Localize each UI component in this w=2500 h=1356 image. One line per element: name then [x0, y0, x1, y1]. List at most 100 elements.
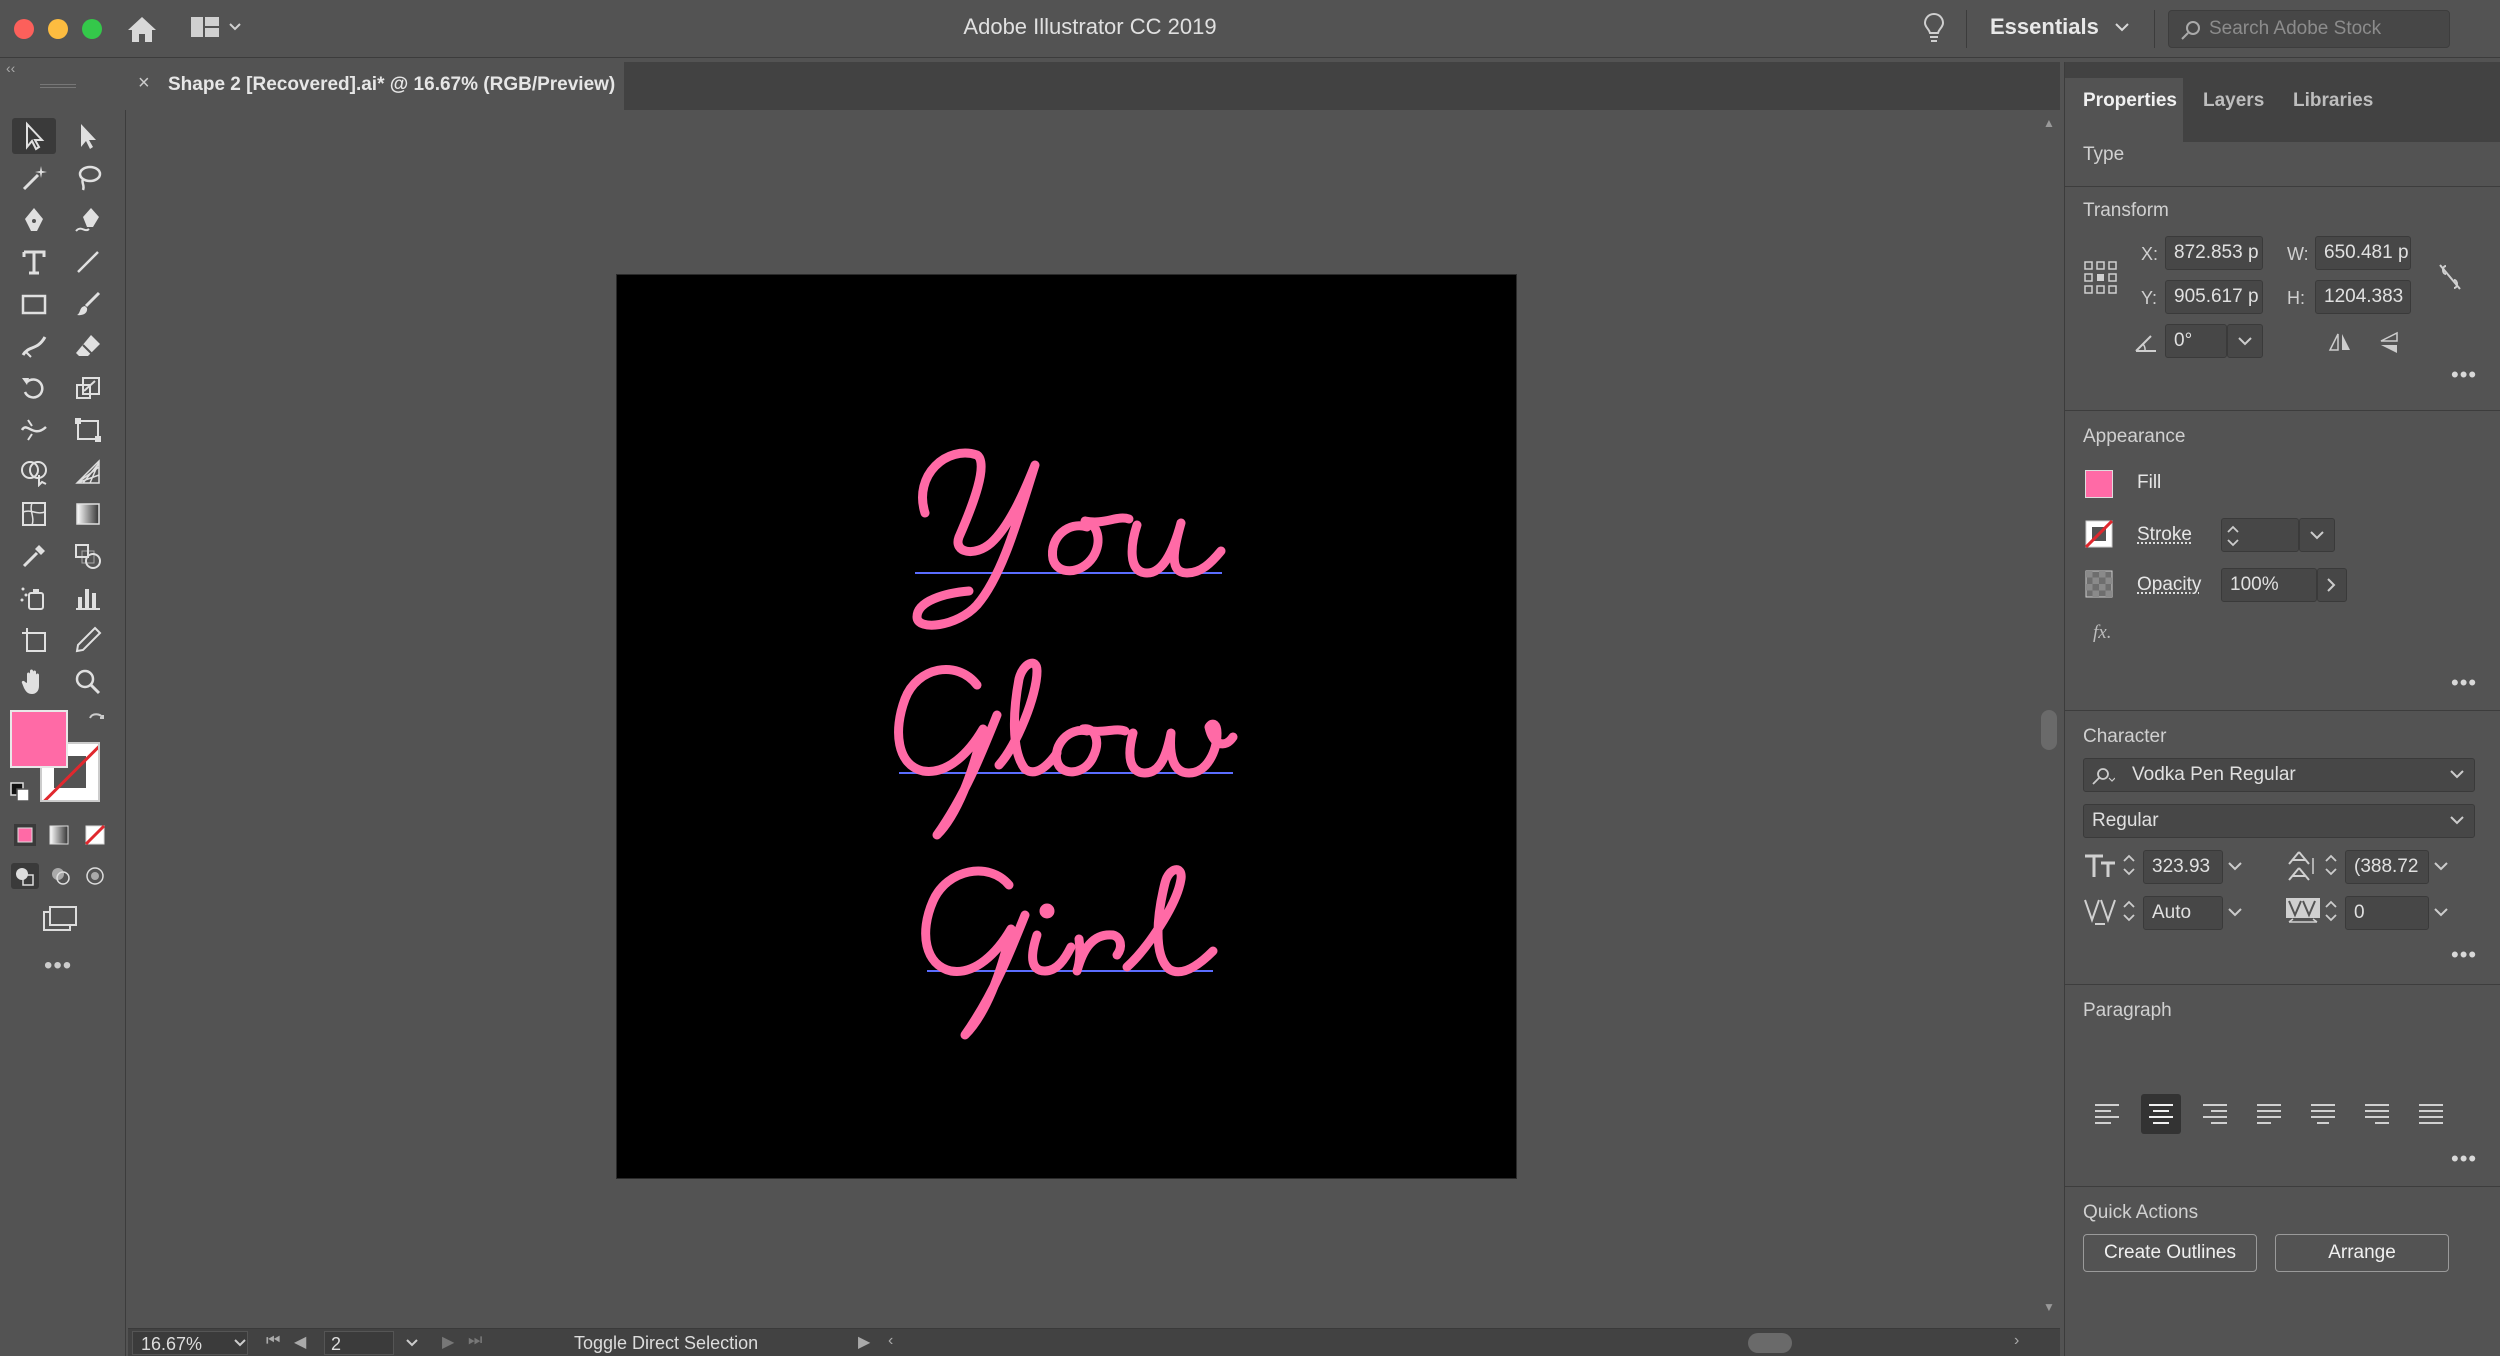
chevron-down-icon[interactable]: [2114, 20, 2130, 34]
chevron-down-icon[interactable]: [2447, 768, 2467, 782]
fill-color-swatch[interactable]: [10, 710, 68, 768]
rotate-angle-field[interactable]: 0°: [2165, 324, 2227, 358]
flip-vertical-icon[interactable]: [2377, 330, 2401, 356]
chevron-down-icon[interactable]: [2431, 860, 2451, 874]
kerning-stepper-icon[interactable]: [2121, 896, 2137, 926]
gradient-tool-icon[interactable]: [66, 496, 110, 532]
justify-all-button[interactable]: [2411, 1094, 2451, 1134]
edit-toolbar-button[interactable]: •••: [44, 952, 72, 980]
status-menu-icon[interactable]: ▶: [858, 1332, 870, 1352]
script-lettering[interactable]: [899, 453, 1233, 1035]
create-outlines-button[interactable]: Create Outlines: [2083, 1234, 2257, 1272]
fill-swatch[interactable]: [2085, 470, 2113, 498]
tracking-stepper-icon[interactable]: [2323, 896, 2339, 926]
search-input[interactable]: [2209, 16, 2445, 42]
leading-stepper-icon[interactable]: [2323, 850, 2339, 880]
stroke-label[interactable]: Stroke: [2137, 524, 2192, 546]
first-artboard-icon[interactable]: ⏮: [266, 1332, 280, 1350]
collapse-toolbar-icon[interactable]: ‹‹: [6, 60, 15, 76]
tab-libraries[interactable]: Libraries: [2293, 90, 2373, 112]
width-tool-icon[interactable]: [12, 412, 56, 448]
justify-left-button[interactable]: [2249, 1094, 2289, 1134]
height-field[interactable]: 1204.383: [2315, 280, 2411, 314]
rotate-tool-icon[interactable]: [12, 370, 56, 406]
scroll-down-icon[interactable]: ▼: [2043, 1300, 2055, 1314]
close-tab-icon[interactable]: ×: [138, 72, 150, 95]
font-style-field[interactable]: Regular: [2083, 804, 2475, 838]
draw-normal-icon[interactable]: [10, 862, 40, 890]
shaper-tool-icon[interactable]: [12, 328, 56, 364]
chevron-down-icon[interactable]: [2225, 860, 2245, 874]
horizontal-scroll-thumb[interactable]: [1748, 1333, 1792, 1353]
document-tab[interactable]: × Shape 2 [Recovered].ai* @ 16.67% (RGB/…: [128, 62, 624, 110]
selection-tool-icon[interactable]: [12, 118, 56, 154]
justify-center-button[interactable]: [2303, 1094, 2343, 1134]
justify-right-button[interactable]: [2357, 1094, 2397, 1134]
tab-layers[interactable]: Layers: [2203, 90, 2264, 112]
hand-tool-icon[interactable]: [12, 664, 56, 700]
magic-wand-tool-icon[interactable]: [12, 160, 56, 196]
scroll-left-icon[interactable]: ‹: [888, 1332, 893, 1350]
slice-tool-icon[interactable]: [66, 622, 110, 658]
symbol-sprayer-tool-icon[interactable]: [12, 580, 56, 616]
width-field[interactable]: 650.481 p: [2315, 236, 2411, 270]
paragraph-more-options-button[interactable]: •••: [2451, 1146, 2477, 1172]
opacity-field[interactable]: 100%: [2221, 568, 2317, 602]
font-family-field[interactable]: Vodka Pen Regular: [2083, 758, 2475, 792]
next-artboard-icon[interactable]: ▶: [442, 1332, 454, 1352]
none-mode-icon[interactable]: [82, 822, 108, 848]
canvas-area[interactable]: [128, 110, 2038, 1328]
chevron-down-icon[interactable]: [2447, 814, 2467, 828]
column-graph-tool-icon[interactable]: [66, 580, 110, 616]
shape-builder-tool-icon[interactable]: [12, 454, 56, 490]
eyedropper-tool-icon[interactable]: [12, 538, 56, 574]
lasso-tool-icon[interactable]: [66, 160, 110, 196]
arrange-button[interactable]: Arrange: [2275, 1234, 2449, 1272]
change-screen-mode-icon[interactable]: [40, 904, 80, 936]
chevron-down-icon[interactable]: [404, 1337, 420, 1349]
leading-field[interactable]: (388.72: [2345, 850, 2429, 884]
font-size-stepper-icon[interactable]: [2121, 850, 2137, 880]
zoom-tool-icon[interactable]: [66, 664, 110, 700]
last-artboard-icon[interactable]: ⏭: [468, 1332, 482, 1350]
kerning-field[interactable]: Auto: [2143, 896, 2223, 930]
stepper-icon[interactable]: [2225, 522, 2241, 550]
line-segment-tool-icon[interactable]: [66, 244, 110, 280]
scroll-right-icon[interactable]: ›: [2014, 1332, 2019, 1350]
font-size-field[interactable]: 323.93: [2143, 850, 2223, 884]
x-position-field[interactable]: 872.853 p: [2165, 236, 2263, 270]
flip-horizontal-icon[interactable]: [2327, 330, 2353, 354]
chevron-down-icon[interactable]: [232, 1337, 248, 1349]
tracking-field[interactable]: 0: [2345, 896, 2429, 930]
workspace-switcher[interactable]: Essentials: [1990, 14, 2099, 40]
align-center-button[interactable]: [2141, 1094, 2181, 1134]
opacity-label[interactable]: Opacity: [2137, 574, 2201, 596]
draw-behind-icon[interactable]: [46, 862, 76, 890]
paintbrush-tool-icon[interactable]: [66, 286, 110, 322]
reference-point-icon[interactable]: [2083, 260, 2119, 296]
gradient-mode-icon[interactable]: [46, 822, 72, 848]
align-left-button[interactable]: [2087, 1094, 2127, 1134]
transform-more-options-button[interactable]: •••: [2451, 362, 2477, 388]
free-transform-tool-icon[interactable]: [66, 412, 110, 448]
appearance-more-options-button[interactable]: •••: [2451, 670, 2477, 696]
curvature-tool-icon[interactable]: [66, 202, 110, 238]
chevron-down-icon[interactable]: [2225, 906, 2245, 920]
toolbar-grip[interactable]: [40, 84, 76, 88]
blend-tool-icon[interactable]: [66, 538, 110, 574]
artboard[interactable]: [616, 274, 1517, 1179]
fx-button[interactable]: fx.: [2093, 622, 2111, 644]
tab-properties[interactable]: Properties: [2083, 90, 2177, 112]
zoom-level-field[interactable]: 16.67%: [132, 1331, 248, 1355]
type-tool-icon[interactable]: [12, 244, 56, 280]
previous-artboard-icon[interactable]: ◀: [294, 1332, 306, 1352]
pen-tool-icon[interactable]: [12, 202, 56, 238]
align-right-button[interactable]: [2195, 1094, 2235, 1134]
perspective-grid-tool-icon[interactable]: [66, 454, 110, 490]
vertical-scroll-thumb[interactable]: [2041, 710, 2057, 750]
mesh-tool-icon[interactable]: [12, 496, 56, 532]
eraser-tool-icon[interactable]: [66, 328, 110, 364]
default-fill-stroke-icon[interactable]: [10, 782, 30, 802]
character-more-options-button[interactable]: •••: [2451, 942, 2477, 968]
rectangle-tool-icon[interactable]: [12, 286, 56, 322]
